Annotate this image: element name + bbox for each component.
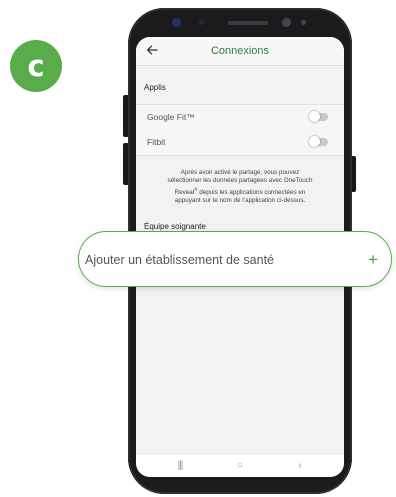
care-team-section-title: Équipe soignante: [144, 222, 206, 231]
step-badge: c: [10, 40, 62, 92]
app-row-google-fit[interactable]: Google Fit™: [136, 104, 344, 131]
android-nav-bar: ||| ○ ‹: [136, 455, 344, 477]
app-row-fitbit[interactable]: Fitbit: [136, 130, 344, 156]
proximity-sensor-icon: [301, 20, 306, 25]
home-icon[interactable]: ○: [230, 459, 250, 473]
add-health-facility-label: Ajouter un établissement de santé: [85, 253, 275, 267]
app-label-fitbit: Fitbit: [147, 137, 166, 147]
app-label-google-fit: Google Fit™: [147, 112, 195, 122]
plus-icon: +: [368, 250, 378, 269]
apps-section-title: Applis: [144, 83, 166, 92]
back-arrow-icon[interactable]: [144, 42, 160, 58]
fitbit-toggle[interactable]: [309, 136, 328, 147]
sharing-help-text: Après avoir activé le partage, vous pouv…: [167, 169, 313, 204]
tutorial-figure: c Connexions Applis Google Fit™ Fitbit A…: [0, 0, 396, 497]
app-bar: Connexions: [136, 37, 344, 66]
front-camera-icon: [172, 18, 181, 27]
sensor-icon: [199, 20, 204, 25]
google-fit-toggle[interactable]: [309, 111, 328, 122]
iris-scanner-icon: [282, 18, 291, 27]
back-nav-icon[interactable]: ‹: [290, 459, 310, 473]
page-title: Connexions: [210, 45, 270, 57]
toggle-knob: [309, 111, 320, 122]
toggle-knob: [309, 136, 320, 147]
phone-speaker: [228, 21, 268, 25]
recents-icon[interactable]: |||: [170, 459, 190, 473]
add-health-facility-button[interactable]: Ajouter un établissement de santé +: [78, 231, 392, 287]
